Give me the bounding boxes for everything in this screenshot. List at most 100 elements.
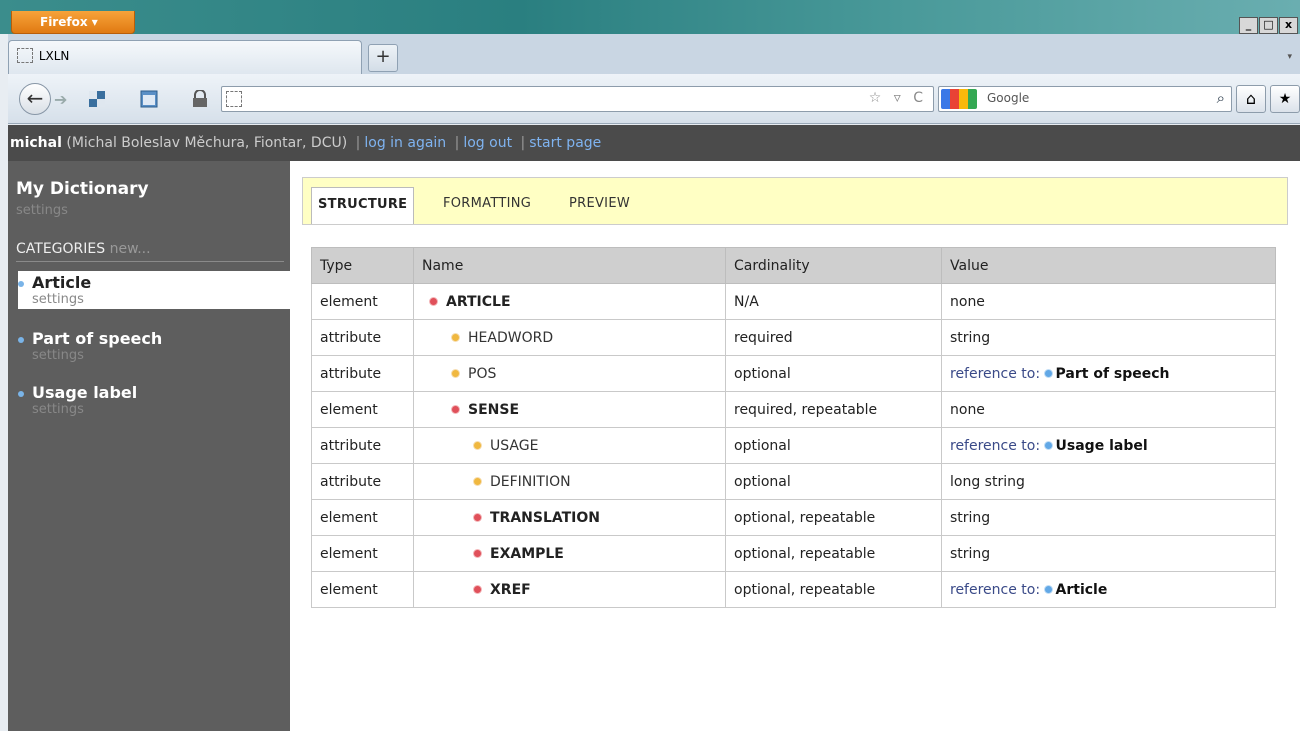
tab-formatting[interactable]: FORMATTING [443,196,531,211]
log-out-link[interactable]: log out [463,135,512,151]
table-row[interactable]: attribute HEADWORD required string [311,319,1276,356]
new-tab-button[interactable]: + [368,44,398,72]
cell-value[interactable]: reference to: Usage label [941,427,1276,464]
category-settings-link[interactable]: settings [32,292,290,307]
reference-target[interactable]: Part of speech [1056,366,1170,382]
dictionary-settings-link[interactable]: settings [16,203,68,218]
cell-name[interactable]: XREF [413,571,726,608]
tab-title: LXLN [38,49,70,63]
back-button[interactable]: ← [19,83,51,115]
cell-value[interactable]: reference to: Part of speech [941,355,1276,392]
bookmarks-menu-icon[interactable]: ★ [1270,85,1300,113]
firefox-menu-button[interactable]: Firefox ▾ [11,11,135,34]
start-page-link[interactable]: start page [529,135,601,151]
reference-target[interactable]: Article [1056,582,1108,598]
table-row[interactable]: element EXAMPLE optional, repeatable string [311,535,1276,572]
search-bar[interactable]: Google ⌕ [938,86,1232,112]
table-row[interactable]: element XREF optional, repeatable reference… [311,571,1276,608]
cell-cardinality[interactable]: required [725,319,942,356]
maximize-button[interactable]: □ [1259,17,1278,34]
category-settings-link[interactable]: settings [32,348,290,363]
category-name[interactable]: Article [32,273,290,292]
cell-type: element [311,283,414,320]
search-icon[interactable]: ⌕ [1217,89,1225,107]
element-bullet-icon [474,513,481,521]
cell-cardinality[interactable]: optional, repeatable [725,535,942,572]
cell-type: element [311,535,414,572]
cell-name[interactable]: USAGE [413,427,726,464]
category-name[interactable]: Part of speech [32,329,290,348]
cell-value[interactable]: none [941,391,1276,428]
attribute-bullet-icon [452,333,459,341]
cell-value[interactable]: reference to: Article [941,571,1276,608]
category-part-of-speech[interactable]: Part of speech settings [18,327,290,365]
node-name[interactable]: USAGE [490,438,538,454]
forward-button[interactable]: ➔ [54,90,67,109]
window-controls: _ □ x [1239,17,1298,34]
tab-preview[interactable]: PREVIEW [569,196,630,211]
cell-cardinality[interactable]: optional, repeatable [725,571,942,608]
table-row[interactable]: element SENSE required, repeatable none [311,391,1276,428]
cell-cardinality[interactable]: optional [725,427,942,464]
reference-target[interactable]: Usage label [1056,438,1148,454]
tab-structure[interactable]: STRUCTURE [311,187,415,224]
cell-value[interactable]: none [941,283,1276,320]
minimize-button[interactable]: _ [1239,17,1258,34]
category-bullet-icon [18,391,24,397]
node-name[interactable]: HEADWORD [468,330,553,346]
cell-name[interactable]: HEADWORD [413,319,726,356]
categories-label: CATEGORIES [16,241,106,257]
cell-value[interactable]: long string [941,463,1276,500]
cell-cardinality[interactable]: optional, repeatable [725,499,942,536]
category-usage-label[interactable]: Usage label settings [18,381,290,419]
cell-name[interactable]: SENSE [413,391,726,428]
bookmark-star-icon[interactable]: ☆ ▿ C [869,90,927,106]
cell-cardinality[interactable]: required, repeatable [725,391,942,428]
address-bar[interactable]: ☆ ▿ C [221,86,934,112]
site-identity-icon [226,91,242,107]
attribute-bullet-icon [474,477,481,485]
dictionary-title[interactable]: My Dictionary [16,179,149,199]
cell-name[interactable]: EXAMPLE [413,535,726,572]
node-name[interactable]: POS [468,366,496,382]
toolbar-lock-icon[interactable] [191,90,209,108]
cell-name[interactable]: DEFINITION [413,463,726,500]
log-in-again-link[interactable]: log in again [364,135,446,151]
home-button[interactable]: ⌂ [1236,85,1266,113]
cell-value[interactable]: string [941,499,1276,536]
page-icon [17,48,33,63]
reference-prefix: reference to: [950,581,1041,598]
node-name[interactable]: DEFINITION [490,474,571,490]
category-settings-link[interactable]: settings [32,402,290,417]
node-name[interactable]: SENSE [468,402,519,418]
node-name[interactable]: XREF [490,582,531,598]
toolbar-window-icon[interactable] [140,90,158,108]
node-name[interactable]: EXAMPLE [490,546,564,562]
table-row[interactable]: element TRANSLATION optional, repeatable st… [311,499,1276,536]
cell-value[interactable]: string [941,535,1276,572]
new-category-link[interactable]: new... [110,241,151,257]
cell-cardinality[interactable]: optional [725,463,942,500]
table-row[interactable]: element ARTICLE N/A none [311,283,1276,320]
node-name[interactable]: ARTICLE [446,294,511,310]
navigation-toolbar: ← ➔ ☆ ▿ C Google ⌕ ⌂ ★ [8,74,1300,124]
category-article[interactable]: Article settings [18,271,290,309]
cell-name[interactable]: ARTICLE [413,283,726,320]
category-name[interactable]: Usage label [32,383,290,402]
cell-cardinality[interactable]: N/A [725,283,942,320]
cell-type: element [311,571,414,608]
tab-list-icon[interactable]: ▾ [1287,52,1292,62]
cell-name[interactable]: TRANSLATION [413,499,726,536]
table-row[interactable]: attribute USAGE optional reference to: Usag… [311,427,1276,464]
close-button[interactable]: x [1279,17,1298,34]
cell-name[interactable]: POS [413,355,726,392]
table-row[interactable]: attribute POS optional reference to: Part o… [311,355,1276,392]
cell-cardinality[interactable]: optional [725,355,942,392]
cell-value[interactable]: string [941,319,1276,356]
table-row[interactable]: attribute DEFINITION optional long string [311,463,1276,500]
search-engine-icon[interactable] [941,89,977,109]
toolbar-extension-icon[interactable] [88,90,106,108]
element-bullet-icon [430,297,437,305]
browser-tab[interactable]: LXLN [8,40,362,74]
node-name[interactable]: TRANSLATION [490,510,600,526]
